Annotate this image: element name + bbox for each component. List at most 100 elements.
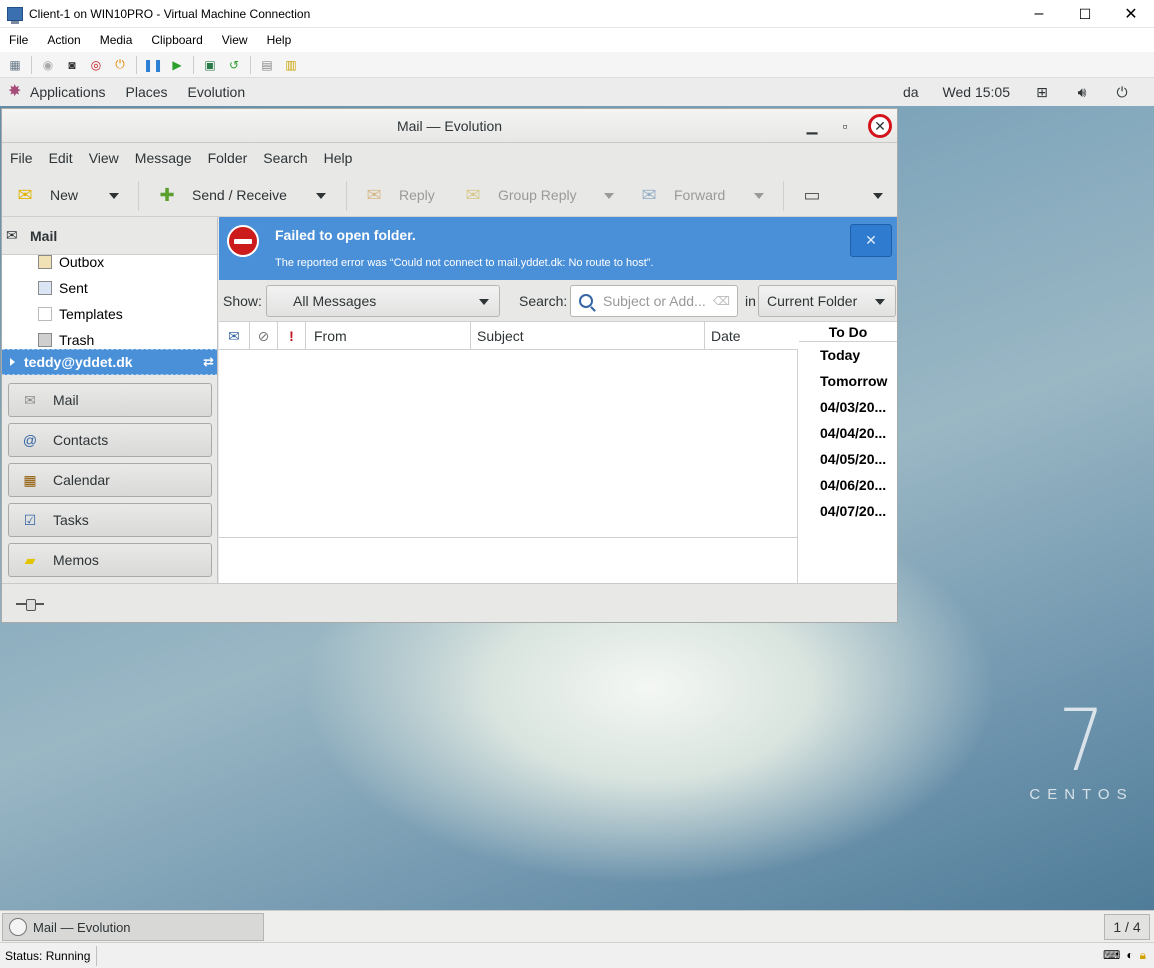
host-menu-file[interactable]: File [9,33,28,47]
evo-menu-folder[interactable]: Folder [208,150,248,166]
infobar-close-button[interactable]: ✕ [850,224,892,257]
reply-button[interactable]: ✉ Reply [363,175,434,215]
evo-menu-message[interactable]: Message [135,150,192,166]
account-label: teddy@yddet.dk [24,354,133,370]
column-status[interactable]: ✉ [219,322,250,350]
print-button[interactable]: ▭ [801,175,837,215]
resume-icon[interactable]: ▶ [169,57,185,73]
panel-menu-evolution[interactable]: Evolution [188,84,246,100]
expand-arrow-icon[interactable] [10,358,15,366]
share-icon[interactable]: ▥ [283,57,299,73]
account-teddy[interactable]: teddy@yddet.dk ⇄ [2,349,217,375]
forward-button[interactable]: ✉ Forward [638,175,725,215]
show-label: Show: [223,292,262,309]
taskbar-window-title: Mail — Evolution [33,919,131,935]
start-vm-icon[interactable]: ◉ [40,57,56,73]
forward-dropdown-arrow[interactable] [754,193,764,199]
shutdown-icon[interactable]: ◎ [88,57,104,73]
paperclip-icon: ⊘ [257,327,270,344]
folder-sent[interactable]: Sent [38,275,88,301]
column-attachment[interactable]: ⊘ [250,322,278,350]
toolbar-overflow-arrow[interactable] [873,193,883,199]
folder-outbox[interactable]: Outbox [38,255,104,275]
search-scope-combo[interactable]: Current Folder [758,285,896,317]
power-icon[interactable]: ⏻ [112,57,128,73]
network-icon[interactable]: ⊞ [1034,84,1050,101]
evo-close-button[interactable]: ✕ [868,114,892,138]
panel-clock[interactable]: Wed 15:05 [943,84,1010,100]
panel-menu-places[interactable]: Places [126,84,168,100]
group-reply-button[interactable]: ✉ Group Reply [462,175,576,215]
host-menu-action[interactable]: Action [47,33,80,47]
workspace-indicator[interactable]: 1 / 4 [1104,914,1150,940]
evo-maximize-button[interactable]: ▫ [833,114,857,138]
taskbar-evolution-button[interactable]: Mail — Evolution [2,913,264,941]
group-reply-dropdown-arrow[interactable] [604,193,614,199]
host-minimize-button[interactable]: – [1016,0,1062,28]
column-subject[interactable]: Subject [471,322,705,350]
power-menu-icon[interactable]: ⏻ [1114,84,1130,101]
keyboard-layout[interactable]: da [903,84,919,100]
new-dropdown-arrow[interactable] [109,193,119,199]
todo-day[interactable]: Tomorrow [799,368,897,394]
sidebar-header: ✉ Mail [2,217,217,255]
todo-day[interactable]: 04/04/20... [799,420,897,446]
host-menu-help[interactable]: Help [267,33,292,47]
todo-day[interactable]: 04/06/20... [799,472,897,498]
contacts-icon: @ [22,432,38,448]
mail-content-area: Failed to open folder. The reported erro… [219,217,897,583]
volume-icon[interactable]: 🔊︎ [1074,84,1090,101]
switcher-calendar[interactable]: ▦ Calendar [8,463,212,497]
evo-menu-help[interactable]: Help [324,150,353,166]
folder-templates[interactable]: Templates [38,301,123,327]
switcher-tasks[interactable]: ☑ Tasks [8,503,212,537]
todo-day[interactable]: Today [799,342,897,368]
switcher-mail[interactable]: ✉ Mail [8,383,212,417]
switcher-label: Mail [53,392,79,408]
evo-minimize-button[interactable]: ▁ [800,114,824,138]
send-receive-label: Send / Receive [192,187,287,203]
turn-off-icon[interactable]: ◙ [64,57,80,73]
todo-day[interactable]: 04/03/20... [799,394,897,420]
send-receive-dropdown-arrow[interactable] [316,193,326,199]
show-filter-combo[interactable]: All Messages [266,285,500,317]
search-input[interactable] [601,292,711,310]
evo-menu-view[interactable]: View [89,150,119,166]
host-menu-media[interactable]: Media [100,33,133,47]
folder-label: Sent [59,280,88,296]
checkpoint-icon[interactable]: ▣ [202,57,218,73]
sidebar-title: Mail [30,227,58,244]
column-date[interactable]: Date [705,322,798,350]
evo-menu-file[interactable]: File [10,150,33,166]
host-close-button[interactable]: ✕ [1108,0,1154,28]
evolution-app-icon [9,918,27,936]
switcher-contacts[interactable]: @ Contacts [8,423,212,457]
send-receive-button[interactable]: ✚ Send / Receive [156,175,287,215]
toolbar-separator [783,181,784,211]
in-label: in [745,292,756,309]
evo-menu-search[interactable]: Search [263,150,307,166]
online-status-icon[interactable] [16,599,44,611]
pause-icon[interactable]: ❚❚ [143,57,163,73]
folder-tree[interactable]: Outbox Sent Templates Trash teddy@yddet.… [2,255,217,375]
column-from[interactable]: From [306,322,471,350]
ctrl-alt-del-icon[interactable]: ▦ [7,57,23,73]
evolution-statusbar [2,583,897,622]
host-menu-view[interactable]: View [222,33,248,47]
todo-day[interactable]: 04/05/20... [799,446,897,472]
panel-menu-applications[interactable]: Applications [30,84,106,100]
sent-icon [38,281,52,295]
column-flag[interactable]: ! [278,322,306,350]
todo-day[interactable]: 04/07/20... [799,498,897,524]
clear-search-icon[interactable]: ⌫ [713,294,730,308]
new-button[interactable]: ✉ New [14,175,78,215]
host-menu-clipboard[interactable]: Clipboard [151,33,202,47]
switcher-memos[interactable]: ▰ Memos [8,543,212,577]
search-label: Search: [519,292,568,309]
enhanced-session-icon[interactable]: ▤ [259,57,275,73]
search-field[interactable]: ⌫ [570,285,738,317]
evo-menu-edit[interactable]: Edit [49,150,73,166]
revert-icon[interactable]: ↺ [226,57,242,73]
message-list[interactable] [219,350,798,538]
host-maximize-button[interactable]: ☐ [1062,0,1108,28]
